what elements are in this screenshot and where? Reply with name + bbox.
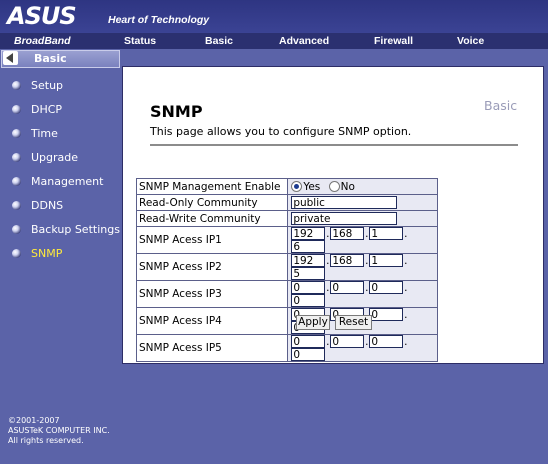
sidebar-item-label: Backup Settings (31, 223, 120, 236)
ro-community-label: Read-Only Community (135, 194, 289, 211)
ip5-cell: ... (287, 334, 438, 362)
ip1-octet1-input[interactable] (291, 227, 326, 240)
table-row: SNMP Acess IP3 ... (135, 280, 438, 308)
sidebar-item-label: Time (31, 127, 58, 140)
copyright: ©2001-2007 ASUSTeK COMPUTER INC. All rig… (8, 416, 110, 446)
enable-label: SNMP Management Enable (135, 178, 289, 195)
sidebar-item-setup[interactable]: Setup (0, 78, 122, 94)
sidebar-item-label: Upgrade (31, 151, 79, 164)
ip1-octet4-input[interactable] (291, 240, 326, 253)
ip1-cell: ... (287, 226, 438, 254)
ip2-label: SNMP Acess IP2 (135, 253, 289, 281)
table-row: Read-Write Community (135, 210, 438, 227)
ip2-octet4-input[interactable] (291, 267, 326, 280)
sidebar-item-label: DHCP (31, 103, 63, 116)
bullet-icon (12, 129, 21, 138)
sidebar-item-time[interactable]: Time (0, 126, 122, 142)
enable-value: Yes No (287, 178, 438, 195)
bullet-icon (12, 201, 21, 210)
divider (150, 144, 518, 146)
sidebar-item-label: Management (31, 175, 104, 188)
section-tag: Basic (484, 98, 518, 113)
table-row: SNMP Management Enable Yes No (135, 178, 438, 195)
rw-community-cell (287, 210, 438, 227)
ip5-octet3-input[interactable] (369, 335, 404, 348)
sidebar-item-dhcp[interactable]: DHCP (0, 102, 122, 118)
header-banner: ASUS Heart of Technology (0, 0, 548, 33)
no-radio[interactable] (328, 180, 340, 192)
sidebar-item-snmp[interactable]: SNMP (0, 246, 122, 262)
table-row: SNMP Acess IP4 ... (135, 307, 438, 335)
ip3-octet1-input[interactable] (291, 281, 326, 294)
ro-community-input[interactable] (291, 196, 398, 209)
ip1-octet3-input[interactable] (369, 227, 404, 240)
ip3-octet2-input[interactable] (330, 281, 365, 294)
tab-voice[interactable]: Voice (457, 33, 484, 49)
page-title: SNMP (150, 102, 203, 121)
tab-status[interactable]: Status (124, 33, 156, 49)
bullet-icon (12, 105, 21, 114)
sidebar-item-backup-settings[interactable]: Backup Settings (0, 222, 122, 238)
ip3-octet3-input[interactable] (369, 281, 404, 294)
bullet-icon (12, 249, 21, 258)
asus-logo: ASUS (7, 2, 77, 30)
reset-button[interactable]: Reset (335, 315, 372, 330)
page-description: This page allows you to configure SNMP o… (150, 125, 412, 138)
rw-community-label: Read-Write Community (135, 210, 289, 227)
table-row: SNMP Acess IP5 ... (135, 334, 438, 362)
ip1-octet2-input[interactable] (330, 227, 365, 240)
sidebar-item-label: Setup (31, 79, 64, 92)
sidebar-item-management[interactable]: Management (0, 174, 122, 190)
table-row: SNMP Acess IP2 ... (135, 253, 438, 281)
ip3-label: SNMP Acess IP3 (135, 280, 289, 308)
ip2-octet2-input[interactable] (330, 254, 365, 267)
ip5-octet1-input[interactable] (291, 335, 326, 348)
snmp-settings-table: SNMP Management Enable Yes No Read-Only … (135, 178, 438, 362)
rw-community-input[interactable] (291, 212, 398, 225)
ip5-octet4-input[interactable] (291, 348, 326, 361)
ip2-octet1-input[interactable] (291, 254, 326, 267)
ip2-octet3-input[interactable] (369, 254, 404, 267)
apply-button[interactable]: Apply (296, 315, 330, 330)
ip2-cell: ... (287, 253, 438, 281)
tab-basic[interactable]: Basic (205, 33, 233, 49)
sidebar-header: Basic (1, 50, 120, 68)
table-row: Read-Only Community (135, 194, 438, 211)
back-arrow-icon[interactable] (3, 51, 18, 65)
bullet-icon (12, 81, 21, 90)
ip1-label: SNMP Acess IP1 (135, 226, 289, 254)
ip3-cell: ... (287, 280, 438, 308)
copyright-line: All rights reserved. (8, 436, 84, 445)
sidebar-item-ddns[interactable]: DDNS (0, 198, 122, 214)
ro-community-cell (287, 194, 438, 211)
copyright-line: ASUSTeK COMPUTER INC. (8, 426, 110, 435)
ip5-label: SNMP Acess IP5 (135, 334, 289, 362)
yes-radio[interactable] (291, 180, 303, 192)
sidebar-item-label: DDNS (31, 199, 64, 212)
no-label: No (340, 180, 355, 193)
table-row: SNMP Acess IP1 ... (135, 226, 438, 254)
ip5-octet2-input[interactable] (330, 335, 365, 348)
ip3-octet4-input[interactable] (291, 294, 326, 307)
tab-advanced[interactable]: Advanced (279, 33, 329, 49)
content-background (122, 364, 548, 464)
yes-label: Yes (303, 180, 321, 193)
sidebar-item-label: SNMP (31, 247, 63, 260)
bullet-icon (12, 225, 21, 234)
broadband-label: BroadBand (0, 33, 122, 49)
sidebar-item-upgrade[interactable]: Upgrade (0, 150, 122, 166)
tab-firewall[interactable]: Firewall (374, 33, 413, 49)
copyright-line: ©2001-2007 (8, 416, 60, 425)
bullet-icon (12, 177, 21, 186)
ip4-label: SNMP Acess IP4 (135, 307, 289, 335)
tagline: Heart of Technology (108, 14, 210, 26)
ip4-octet3-input[interactable] (369, 308, 404, 321)
bullet-icon (12, 153, 21, 162)
